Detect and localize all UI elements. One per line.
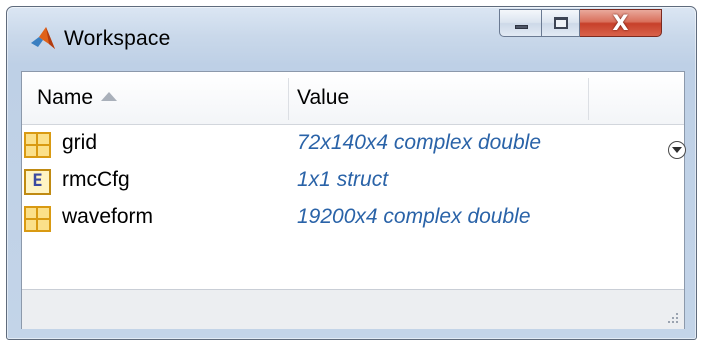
resize-grip-icon[interactable] [666,311,680,325]
column-divider[interactable] [288,78,289,120]
title-bar[interactable]: Workspace X [7,7,696,65]
column-header-value[interactable]: Value [297,72,349,124]
minimize-button[interactable] [499,9,542,37]
table-row[interactable]: E rmcCfg 1x1 struct [22,164,684,201]
variable-value: 1x1 struct [297,168,389,191]
minimize-icon [515,25,528,29]
column-header-name[interactable]: Name [37,72,118,124]
table-body: grid 72x140x4 complex double E rmcCfg 1x… [22,127,686,238]
maximize-button[interactable] [542,9,580,37]
variable-name: rmcCfg [62,168,130,191]
table-header: Name Value [22,72,684,125]
window-title: Workspace [64,27,171,50]
window-controls: X [499,9,662,39]
table-row[interactable]: waveform 19200x4 complex double [22,201,684,238]
table-row[interactable]: grid 72x140x4 complex double [22,127,686,164]
close-icon: X [612,11,629,35]
matrix-icon [24,206,51,232]
matlab-logo-icon [31,27,55,49]
struct-icon: E [24,169,51,195]
variable-value: 72x140x4 complex double [297,131,542,154]
column-header-name-label: Name [37,86,94,109]
column-header-value-label: Value [297,86,350,109]
workspace-window: Workspace X Name Value grid 72x140x4 com… [6,6,697,340]
matrix-icon [24,132,51,158]
maximize-icon [554,17,568,29]
column-divider[interactable] [588,78,589,120]
actions-menu-icon[interactable] [668,141,686,159]
sort-ascending-icon [101,92,118,101]
variable-name: waveform [62,205,154,228]
variable-value: 19200x4 complex double [297,205,531,228]
close-button[interactable]: X [580,9,662,37]
workspace-table: Name Value grid 72x140x4 complex double … [21,71,686,329]
variable-name: grid [62,131,98,154]
status-bar [22,289,684,329]
